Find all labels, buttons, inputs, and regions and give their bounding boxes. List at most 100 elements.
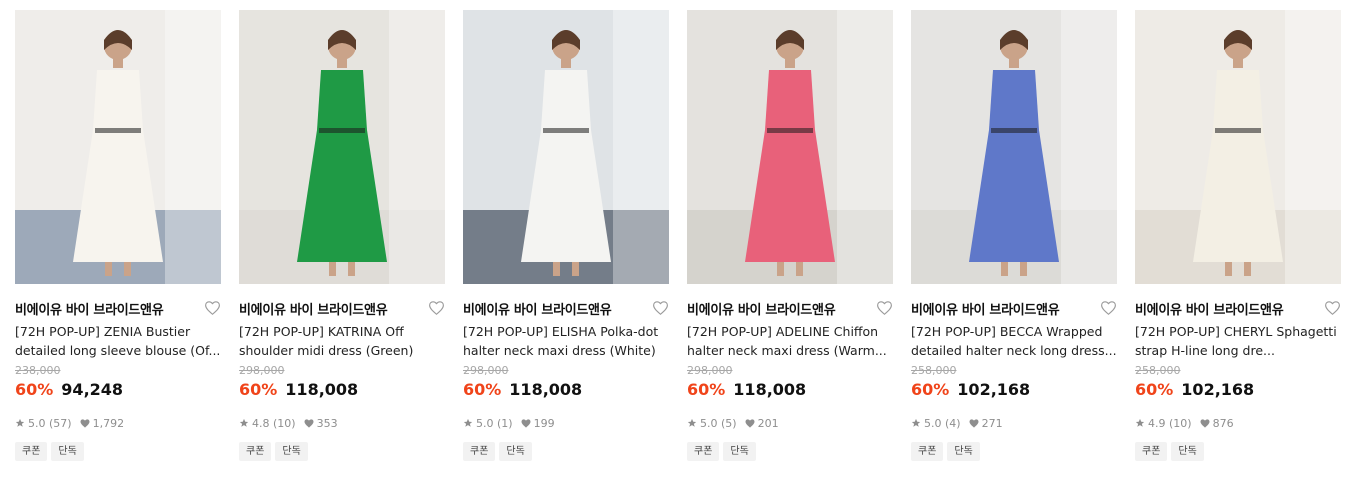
coupon-tag: 쿠폰: [239, 442, 272, 461]
coupon-tag: 쿠폰: [687, 442, 720, 461]
star-icon: [1135, 418, 1145, 427]
brand-name[interactable]: 비에이유 바이 브라이드앤유: [911, 299, 1060, 318]
discount-rate: 60%: [687, 380, 726, 399]
rating-text: 5.0 (1): [476, 416, 513, 430]
wishlist-heart-icon[interactable]: [651, 299, 669, 317]
original-price: 258,000: [911, 364, 957, 377]
rating-text: 4.8 (10): [252, 416, 296, 430]
product-card[interactable]: 비에이유 바이 브라이드앤유 [72H POP-UP] ADELINE Chif…: [687, 10, 893, 461]
heart-filled-icon: [1200, 418, 1210, 428]
star-icon: [15, 418, 25, 427]
product-grid: 비에이유 바이 브라이드앤유 [72H POP-UP] ZENIA Bustie…: [0, 0, 1352, 487]
heart-filled-icon: [304, 418, 314, 428]
exclusive-tag: 단독: [275, 442, 308, 461]
heart-filled-icon: [969, 418, 979, 428]
discount-rate: 60%: [463, 380, 502, 399]
wishlist-heart-icon[interactable]: [875, 299, 893, 317]
wishlist-heart-icon[interactable]: [1099, 299, 1117, 317]
likes: 271: [969, 417, 1003, 430]
discount-rate: 60%: [911, 380, 950, 399]
tag-list: 쿠폰 단독: [463, 442, 669, 461]
likes: 1,792: [80, 416, 125, 430]
likes-count: 201: [757, 416, 779, 430]
sale-price: 102,168: [1181, 380, 1255, 399]
product-card[interactable]: 비에이유 바이 브라이드앤유 [72H POP-UP] BECCA Wrappe…: [911, 10, 1117, 461]
rating: 5.0 (5): [687, 417, 737, 430]
brand-name[interactable]: 비에이유 바이 브라이드앤유: [687, 299, 836, 318]
tag-list: 쿠폰 단독: [239, 442, 445, 461]
product-title[interactable]: [72H POP-UP] ELISHA Polka-dot halter nec…: [463, 322, 669, 360]
likes-count: 353: [316, 416, 338, 430]
product-card[interactable]: 비에이유 바이 브라이드앤유 [72H POP-UP] ELISHA Polka…: [463, 10, 669, 461]
likes: 201: [745, 417, 779, 430]
exclusive-tag: 단독: [499, 442, 532, 461]
sale-price: 102,168: [957, 380, 1031, 399]
brand-name[interactable]: 비에이유 바이 브라이드앤유: [15, 299, 164, 318]
product-title[interactable]: [72H POP-UP] KATRINA Off shoulder midi d…: [239, 322, 445, 360]
likes: 876: [1200, 417, 1234, 430]
original-price: 298,000: [463, 364, 509, 377]
product-image[interactable]: [687, 10, 893, 284]
rating-text: 4.9 (10): [1148, 416, 1192, 430]
star-icon: [687, 418, 697, 427]
rating: 4.8 (10): [239, 417, 296, 430]
sale-price: 118,008: [733, 380, 807, 399]
product-title[interactable]: [72H POP-UP] ADELINE Chiffon halter neck…: [687, 322, 893, 360]
product-image[interactable]: [1135, 10, 1341, 284]
rating: 5.0 (1): [463, 417, 513, 430]
rating-text: 5.0 (57): [28, 416, 72, 430]
exclusive-tag: 단독: [723, 442, 756, 461]
rating-text: 5.0 (5): [700, 416, 737, 430]
heart-filled-icon: [745, 418, 755, 428]
heart-filled-icon: [521, 418, 531, 428]
brand-name[interactable]: 비에이유 바이 브라이드앤유: [463, 299, 612, 318]
original-price: 298,000: [239, 364, 285, 377]
tag-list: 쿠폰 단독: [15, 442, 221, 461]
product-image[interactable]: [463, 10, 669, 284]
sale-price: 118,008: [285, 380, 359, 399]
sale-price: 94,248: [61, 380, 124, 399]
star-icon: [239, 418, 249, 427]
brand-name[interactable]: 비에이유 바이 브라이드앤유: [239, 299, 388, 318]
product-card[interactable]: 비에이유 바이 브라이드앤유 [72H POP-UP] CHERYL Sphag…: [1135, 10, 1341, 461]
tag-list: 쿠폰 단독: [911, 442, 1117, 461]
likes: 199: [521, 417, 555, 430]
rating-text: 5.0 (4): [924, 416, 961, 430]
product-title[interactable]: [72H POP-UP] CHERYL Sphagetti strap H-li…: [1135, 322, 1341, 360]
product-title[interactable]: [72H POP-UP] ZENIA Bustier detailed long…: [15, 322, 221, 360]
brand-name[interactable]: 비에이유 바이 브라이드앤유: [1135, 299, 1284, 318]
wishlist-heart-icon[interactable]: [427, 299, 445, 317]
original-price: 238,000: [15, 364, 61, 377]
coupon-tag: 쿠폰: [911, 442, 944, 461]
product-image[interactable]: [239, 10, 445, 284]
tag-list: 쿠폰 단독: [1135, 442, 1341, 461]
wishlist-heart-icon[interactable]: [1323, 299, 1341, 317]
star-icon: [911, 418, 921, 427]
product-image[interactable]: [911, 10, 1117, 284]
likes: 353: [304, 417, 338, 430]
product-image[interactable]: [15, 10, 221, 284]
coupon-tag: 쿠폰: [15, 442, 48, 461]
rating: 4.9 (10): [1135, 417, 1192, 430]
heart-filled-icon: [80, 418, 90, 428]
likes-count: 199: [533, 416, 555, 430]
exclusive-tag: 단독: [947, 442, 980, 461]
likes-count: 271: [981, 416, 1003, 430]
coupon-tag: 쿠폰: [1135, 442, 1168, 461]
rating: 5.0 (4): [911, 417, 961, 430]
rating: 5.0 (57): [15, 417, 72, 430]
tag-list: 쿠폰 단독: [687, 442, 893, 461]
sale-price: 118,008: [509, 380, 583, 399]
original-price: 298,000: [687, 364, 733, 377]
original-price: 258,000: [1135, 364, 1181, 377]
product-title[interactable]: [72H POP-UP] BECCA Wrapped detailed halt…: [911, 322, 1117, 360]
product-card[interactable]: 비에이유 바이 브라이드앤유 [72H POP-UP] KATRINA Off …: [239, 10, 445, 461]
likes-count: 876: [1212, 416, 1234, 430]
likes-count: 1,792: [92, 416, 125, 430]
discount-rate: 60%: [15, 380, 54, 399]
discount-rate: 60%: [1135, 380, 1174, 399]
star-icon: [463, 418, 473, 427]
product-card[interactable]: 비에이유 바이 브라이드앤유 [72H POP-UP] ZENIA Bustie…: [15, 10, 221, 461]
wishlist-heart-icon[interactable]: [203, 299, 221, 317]
discount-rate: 60%: [239, 380, 278, 399]
